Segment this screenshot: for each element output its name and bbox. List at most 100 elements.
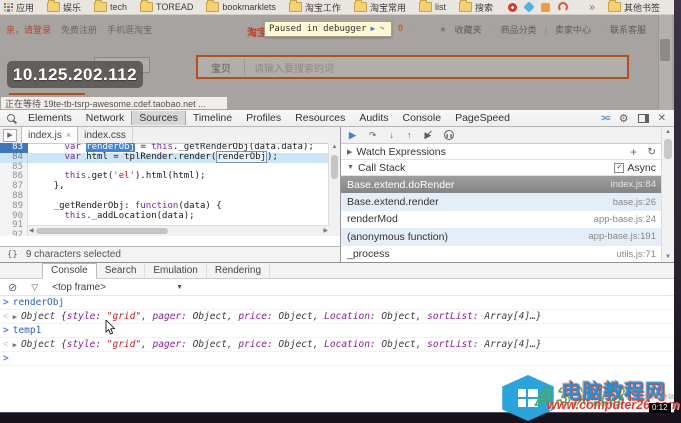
disclosure-triangle-icon[interactable]: ▶ xyxy=(13,313,17,321)
nav-favorites[interactable]: 收藏夹 xyxy=(455,23,482,36)
file-tab-index.css[interactable]: index.css xyxy=(78,127,133,143)
drawer-tab-console[interactable]: Console xyxy=(42,263,97,279)
drawer-tab-rendering[interactable]: Rendering xyxy=(207,264,270,278)
async-label: Async xyxy=(627,162,656,174)
line-number[interactable]: 92 xyxy=(0,231,28,236)
step-over-icon[interactable]: ↷ xyxy=(379,25,384,34)
panel-tab-network[interactable]: Network xyxy=(79,111,132,125)
filter-icon[interactable]: ▽ xyxy=(31,282,38,293)
other-bookmarks-button[interactable]: 其他书签 xyxy=(608,1,660,14)
favicon-blue-gem-icon[interactable] xyxy=(523,1,534,12)
login-link[interactable]: 亲，请登录 xyxy=(6,23,51,36)
watch-expressions-header[interactable]: ▶ Watch Expressions + ↻ xyxy=(341,144,662,160)
panel-tab-console[interactable]: Console xyxy=(396,111,449,125)
register-link[interactable]: 免费注册 xyxy=(61,23,97,36)
deactivate-breakpoints-button[interactable]: ▶ xyxy=(424,130,431,141)
nav-customer-service[interactable]: 联系客服 xyxy=(610,23,646,36)
pause-on-exceptions-button[interactable]: ❚❚ xyxy=(444,130,454,140)
nav-seller-center[interactable]: 卖家中心 xyxy=(555,23,591,36)
search-box: 宝贝 请输入要搜索的词 xyxy=(196,55,629,79)
mobile-taobao-link[interactable]: 手机逛淘宝 xyxy=(107,23,152,36)
call-stack-frame[interactable]: _processutils.js:71 xyxy=(341,246,662,263)
page-scrollbar-thumb[interactable] xyxy=(660,39,670,61)
favicon-orange-square-icon[interactable] xyxy=(541,3,550,12)
show-console-drawer-icon[interactable]: >≡ xyxy=(601,113,610,123)
bookmark-folder[interactable]: 淘宝工作 xyxy=(289,1,341,14)
show-navigator-button[interactable]: ▶ xyxy=(3,129,17,142)
editor-horizontal-scrollbar[interactable]: ◀ ▶ xyxy=(28,225,329,236)
bookmark-folder[interactable]: tech xyxy=(94,1,127,14)
refresh-watch-icon[interactable]: ↻ xyxy=(647,146,656,158)
panel-tab-resources[interactable]: Resources xyxy=(288,111,352,125)
call-stack-header[interactable]: ▼ Call Stack ✓ Async xyxy=(341,160,662,176)
preview-segment: Object, xyxy=(381,339,427,350)
disclosure-right-icon[interactable]: ▶ xyxy=(347,148,352,156)
drawer-tab-search[interactable]: Search xyxy=(97,264,146,278)
ip-address-overlay: 10.125.202.112 xyxy=(7,61,143,88)
bookmark-folder[interactable]: 淘宝常用 xyxy=(354,1,406,14)
call-stack-frame[interactable]: (anonymous function)app-base.js:191 xyxy=(341,228,662,245)
panel-tab-profiles[interactable]: Profiles xyxy=(239,111,288,125)
search-category-tab[interactable]: 宝贝 xyxy=(198,60,244,75)
bookmark-folder[interactable]: TOREAD xyxy=(140,1,193,14)
scroll-up-icon[interactable]: ▲ xyxy=(662,129,674,135)
editor-vscroll-thumb[interactable] xyxy=(331,155,338,179)
code-editor[interactable]: 83 var renderObj = this._getRenderObj(da… xyxy=(0,143,340,236)
preview-segment: Object, xyxy=(278,311,324,322)
async-checkbox[interactable]: ✓ xyxy=(614,163,624,173)
drawer-tab-emulation[interactable]: Emulation xyxy=(145,264,206,278)
nav-categories[interactable]: 商品分类 xyxy=(501,23,537,36)
editor-vertical-scrollbar[interactable]: ▲ xyxy=(328,143,340,236)
favicon-red-circle-icon[interactable] xyxy=(508,3,517,12)
close-devtools-icon[interactable]: ✕ xyxy=(658,113,666,124)
bookmark-folder[interactable]: 搜索 xyxy=(459,1,493,14)
favicon-orange-arc-icon[interactable] xyxy=(558,2,568,12)
preview-segment: price: xyxy=(238,311,278,322)
editor-hscroll-thumb[interactable] xyxy=(36,228,168,234)
frame-selector[interactable]: <top frame> ▼ xyxy=(52,282,183,293)
close-tab-icon[interactable]: × xyxy=(66,130,71,140)
bookmark-folder[interactable]: 娱乐 xyxy=(47,1,81,14)
dock-side-icon[interactable] xyxy=(638,114,649,123)
scroll-down-icon[interactable]: ▼ xyxy=(662,254,674,260)
sidebar-scroll-thumb[interactable] xyxy=(664,139,672,159)
inspect-element-icon[interactable] xyxy=(7,114,15,122)
pretty-print-button[interactable]: {} xyxy=(6,249,19,261)
devtools-panel: ElementsNetworkSourcesTimelineProfilesRe… xyxy=(0,110,674,412)
panel-tab-elements[interactable]: Elements xyxy=(21,111,79,125)
preview-segment: Object, xyxy=(278,339,324,350)
clear-console-icon[interactable]: ⊘ xyxy=(8,281,17,294)
add-watch-icon[interactable]: + xyxy=(630,145,637,159)
bookmark-apps[interactable]: 应用 xyxy=(4,1,34,14)
bookmarks-overflow-chevron[interactable]: » xyxy=(589,2,595,13)
step-over-button[interactable]: ↷ xyxy=(369,130,377,141)
resume-script-icon[interactable]: ▶ xyxy=(371,25,376,33)
console-input-row[interactable]: >renderObj xyxy=(0,296,674,310)
resume-button[interactable]: ▶ xyxy=(349,130,356,141)
call-stack-frame[interactable]: renderModapp-base.js:24 xyxy=(341,211,662,228)
console-prompt-row[interactable]: > xyxy=(0,352,674,366)
call-stack-frame[interactable]: Base.extend.renderbase.js:26 xyxy=(341,193,662,210)
step-into-button[interactable]: ↓ xyxy=(389,130,394,140)
console-output[interactable]: >renderObj<▶Object {style: "grid", pager… xyxy=(0,296,674,366)
bookmark-folder[interactable]: list xyxy=(419,1,446,14)
gear-icon[interactable]: ⚙ xyxy=(619,112,629,125)
page-scrollbar[interactable] xyxy=(658,15,672,110)
file-tab-index.js[interactable]: index.js× xyxy=(21,127,78,143)
scroll-right-icon[interactable]: ▶ xyxy=(323,227,328,234)
watermark-small-text: 爱下软件站 xyxy=(644,392,674,401)
bookmark-folder[interactable]: bookmarklets xyxy=(206,1,276,14)
disclosure-triangle-icon[interactable]: ▶ xyxy=(13,341,17,349)
sidebar-scrollbar[interactable]: ▲ ▼ xyxy=(661,127,674,262)
scroll-up-icon[interactable]: ▲ xyxy=(329,144,340,150)
call-stack-frame[interactable]: Base.extend.doRenderindex.js:84 xyxy=(341,176,662,193)
panel-tab-sources[interactable]: Sources xyxy=(131,111,186,125)
disclosure-down-icon[interactable]: ▼ xyxy=(347,164,354,171)
scroll-left-icon[interactable]: ◀ xyxy=(29,227,34,234)
step-out-button[interactable]: ↑ xyxy=(407,130,412,140)
panel-tab-pagespeed[interactable]: PageSpeed xyxy=(448,111,517,125)
console-input-row[interactable]: >temp1 xyxy=(0,324,674,338)
panel-tab-timeline[interactable]: Timeline xyxy=(186,111,239,125)
panel-tab-audits[interactable]: Audits xyxy=(352,111,395,125)
search-input[interactable]: 请输入要搜索的词 xyxy=(245,60,334,75)
